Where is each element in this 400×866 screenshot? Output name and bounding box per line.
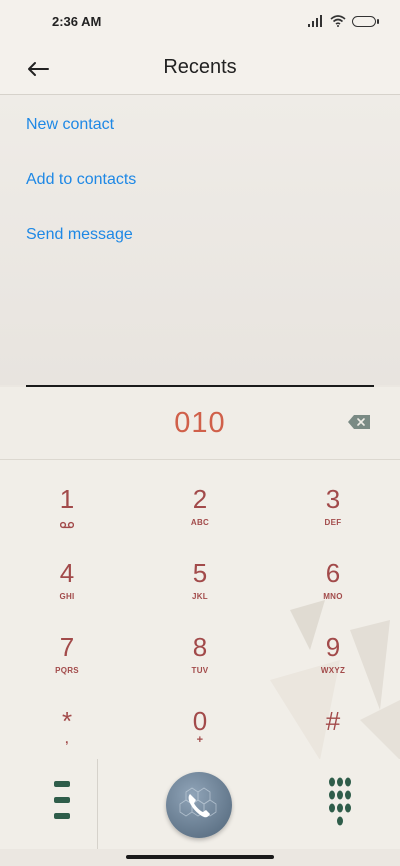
signal-icon xyxy=(308,15,322,27)
key-letters: PQRS xyxy=(55,666,79,675)
key-7[interactable]: 7 PQRS xyxy=(12,632,122,692)
key-digit: 3 xyxy=(325,484,341,514)
key-6[interactable]: 6 MNO xyxy=(278,558,388,618)
key-9[interactable]: 9 WXYZ xyxy=(278,632,388,692)
dialpad-icon[interactable] xyxy=(325,777,355,829)
key-3[interactable]: 3 DEF xyxy=(278,484,388,544)
key-digit: # xyxy=(325,706,341,736)
key-letters: JKL xyxy=(191,592,208,601)
key-letters: , xyxy=(65,732,69,746)
new-contact-link[interactable]: New contact xyxy=(26,116,114,134)
key-hash[interactable]: # xyxy=(278,706,388,760)
key-5[interactable]: 5 JKL xyxy=(145,558,255,618)
key-digit: 9 xyxy=(325,632,341,662)
status-time: 2:36 AM xyxy=(52,14,102,29)
key-digit: 8 xyxy=(192,632,208,662)
home-indicator[interactable] xyxy=(126,855,274,859)
app-header: Recents xyxy=(0,44,400,95)
status-icons xyxy=(308,14,379,28)
status-bar: 2:36 AM xyxy=(0,0,400,44)
key-letters: GHI xyxy=(59,592,75,601)
key-digit: 5 xyxy=(192,558,208,588)
wifi-icon xyxy=(330,15,346,27)
key-2[interactable]: 2 ABC xyxy=(145,484,255,544)
key-star[interactable]: * , xyxy=(12,706,122,760)
battery-icon xyxy=(352,15,379,27)
voicemail-icon xyxy=(59,521,75,529)
dialer-action-bar xyxy=(0,759,400,849)
key-digit: 2 xyxy=(192,484,208,514)
key-letters: ABC xyxy=(190,518,210,527)
number-display: 010 xyxy=(0,387,400,459)
key-letters: WXYZ xyxy=(320,666,346,675)
key-digit: 0 xyxy=(192,706,208,736)
dial-keypad: 1 2 ABC 3 DEF 4 GHI 5 JKL 6 MNO 7 PQRS 8… xyxy=(0,459,400,760)
key-4[interactable]: 4 GHI xyxy=(12,558,122,618)
key-letters: TUV xyxy=(191,666,209,675)
key-digit: 1 xyxy=(59,484,75,514)
key-1[interactable]: 1 xyxy=(12,484,122,544)
key-letters: DEF xyxy=(324,518,342,527)
send-message-link[interactable]: Send message xyxy=(26,226,133,244)
contact-actions-menu: New contact Add to contacts Send message xyxy=(0,95,400,385)
add-to-contacts-link[interactable]: Add to contacts xyxy=(26,171,136,189)
page-title: Recents xyxy=(163,56,237,78)
entered-number[interactable]: 010 xyxy=(0,407,400,440)
menu-icon[interactable] xyxy=(48,779,78,827)
key-digit: 6 xyxy=(325,558,341,588)
key-digit: 4 xyxy=(59,558,75,588)
phone-icon xyxy=(179,787,217,818)
bar-separator xyxy=(97,759,98,849)
key-letters: MNO xyxy=(323,592,343,601)
key-digit: 7 xyxy=(59,632,75,662)
key-0[interactable]: 0 + xyxy=(145,706,255,760)
backspace-icon[interactable] xyxy=(348,415,370,429)
call-button[interactable] xyxy=(166,772,232,838)
key-letters: + xyxy=(196,734,204,746)
key-8[interactable]: 8 TUV xyxy=(145,632,255,692)
